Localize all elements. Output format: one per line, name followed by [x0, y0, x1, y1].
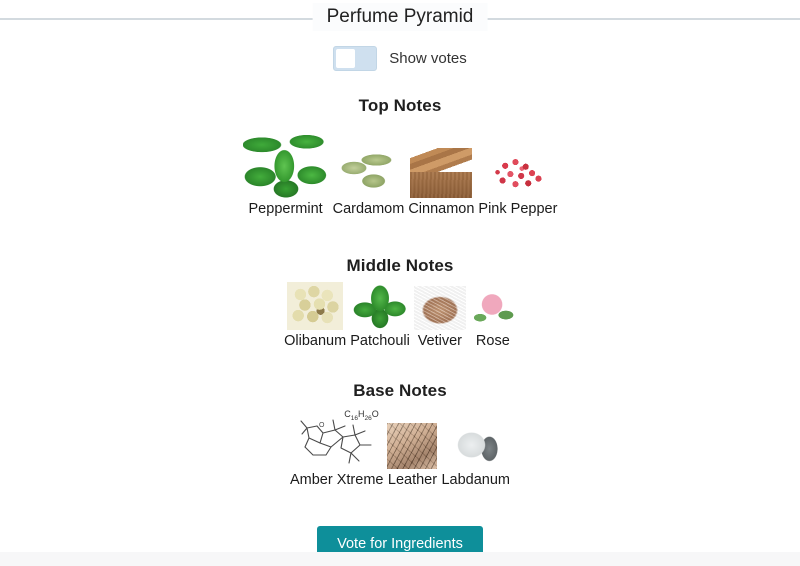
perfume-pyramid-page: Perfume Pyramid Show votes Top Notes Pep…	[0, 0, 800, 566]
peppermint-leaves-icon	[242, 122, 329, 198]
toggle-knob	[336, 49, 356, 68]
cinnamon-sticks-icon	[410, 148, 473, 198]
molecular-formula-label: C16H26O	[344, 409, 379, 422]
page-title: Perfume Pyramid	[312, 3, 488, 31]
ingredient-peppermint[interactable]: Peppermint	[241, 122, 331, 218]
ingredient-patchouli[interactable]: Patchouli	[348, 282, 412, 350]
ingredient-leather[interactable]: Leather	[385, 423, 439, 489]
ingredient-label: Amber Xtreme	[289, 472, 384, 488]
section-middle-notes: Middle Notes Olibanum Patchouli Vetiver …	[0, 256, 800, 350]
ingredient-label: Pink Pepper	[478, 201, 558, 217]
rose-flower-icon	[469, 286, 516, 330]
ingredient-row-middle-notes: Olibanum Patchouli Vetiver Rose	[0, 282, 800, 350]
ingredient-label: Labdanum	[441, 472, 510, 488]
section-top-notes: Top Notes Peppermint Cardamom Cinnamon P…	[0, 96, 800, 218]
ingredient-labdanum[interactable]: Labdanum	[439, 421, 512, 489]
ingredient-row-base-notes: O C16H26O Amber Xtreme Leather Labdanum	[0, 407, 800, 489]
labdanum-resin-icon	[447, 421, 504, 469]
section-heading-middle-notes: Middle Notes	[346, 256, 454, 275]
ingredient-label: Patchouli	[350, 333, 410, 349]
ingredient-amber-xtreme[interactable]: O C16H26O Amber Xtreme	[288, 407, 385, 489]
pink-peppercorns-icon	[485, 152, 550, 198]
amber-xtreme-molecule-icon: O C16H26O	[292, 407, 381, 469]
ingredient-vetiver[interactable]: Vetiver	[412, 286, 468, 350]
show-votes-label: Show votes	[389, 50, 467, 67]
ingredient-olibanum[interactable]: Olibanum	[282, 282, 348, 350]
show-votes-toggle[interactable]	[333, 46, 378, 71]
ingredient-label: Cinnamon	[408, 201, 475, 217]
show-votes-toggle-row: Show votes	[0, 46, 800, 71]
ingredient-label: Rose	[475, 333, 510, 349]
ingredient-label: Vetiver	[417, 333, 463, 349]
svg-text:O: O	[319, 422, 325, 429]
ingredient-label: Cardamom	[332, 201, 405, 217]
ingredient-label: Leather	[387, 472, 438, 488]
olibanum-resin-icon	[287, 282, 344, 330]
patchouli-leaves-icon	[351, 282, 410, 330]
section-heading-base-notes: Base Notes	[353, 381, 447, 400]
ingredient-rose[interactable]: Rose	[468, 286, 518, 350]
ingredient-row-top-notes: Peppermint Cardamom Cinnamon Pink Pepper	[0, 122, 800, 218]
section-base-notes: Base Notes O C16H26O Amber Xtreme Leathe…	[0, 381, 800, 489]
vetiver-roots-icon	[413, 286, 466, 330]
page-bottom-band	[0, 552, 800, 566]
cardamom-pods-icon	[333, 148, 404, 198]
leather-texture-icon	[387, 423, 438, 469]
ingredient-pink-pepper[interactable]: Pink Pepper	[476, 152, 559, 218]
ingredient-label: Olibanum	[284, 333, 347, 349]
ingredient-cinnamon[interactable]: Cinnamon	[406, 148, 476, 218]
section-heading-top-notes: Top Notes	[358, 96, 442, 115]
ingredient-label: Peppermint	[248, 201, 323, 217]
ingredient-cardamom[interactable]: Cardamom	[331, 148, 407, 218]
